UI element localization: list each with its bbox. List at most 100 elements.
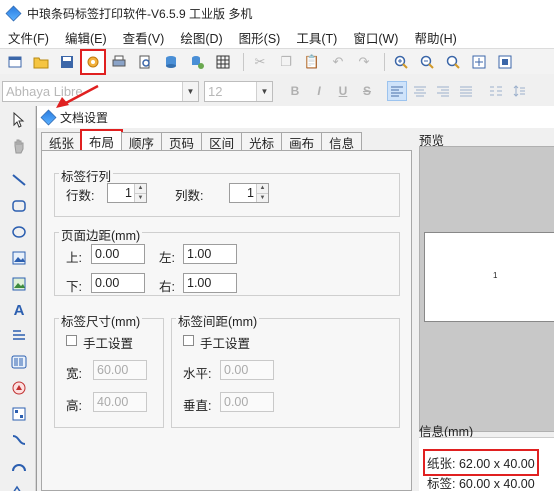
zoom-width-icon[interactable]	[468, 51, 490, 73]
shape-tool-icon[interactable]	[9, 378, 29, 398]
menu-window[interactable]: 窗口(W)	[349, 28, 404, 47]
tab-range[interactable]: 区间	[201, 132, 243, 151]
new-icon[interactable]	[4, 51, 26, 73]
tab-order[interactable]: 顺序	[121, 132, 163, 151]
chevron-down-icon[interactable]: ▼	[182, 81, 198, 101]
margin-top-input[interactable]: 0.00	[91, 244, 145, 264]
line-tool-icon[interactable]	[9, 170, 29, 190]
print-icon[interactable]	[108, 51, 130, 73]
settings-icon[interactable]	[80, 48, 106, 75]
spin-up-icon[interactable]: ▲	[135, 184, 146, 194]
label-height-input[interactable]: 40.00	[93, 392, 147, 412]
tab-page-number[interactable]: 页码	[161, 132, 203, 151]
align-justify-icon[interactable]	[456, 81, 476, 101]
line-spacing-icon[interactable]	[509, 81, 529, 101]
align-left-icon[interactable]	[387, 81, 407, 101]
gap-horizontal-input[interactable]: 0.00	[220, 360, 274, 380]
print-preview-icon[interactable]	[134, 51, 156, 73]
gap-horizontal-label: 水平:	[183, 367, 212, 381]
align-center-icon[interactable]	[410, 81, 430, 101]
save-icon[interactable]	[56, 51, 78, 73]
copy-icon[interactable]: ❐	[275, 51, 297, 73]
margin-bottom-input[interactable]: 0.00	[91, 273, 145, 293]
zoom-page-icon[interactable]	[494, 51, 516, 73]
spacing-icon[interactable]	[486, 81, 506, 101]
label-size-group: 标签尺寸(mm) 手工设置 宽: 60.00 高: 40.00	[54, 311, 164, 428]
multiline-text-tool-icon[interactable]	[9, 326, 29, 346]
menu-edit[interactable]: 编辑(E)	[61, 28, 113, 47]
cols-stepper[interactable]: 1 ▲ ▼	[229, 183, 269, 203]
page-margins-group: 页面边距(mm) 上: 0.00 左: 1.00 下: 0.00 右: 1.00	[54, 225, 400, 296]
tab-canvas[interactable]: 画布	[281, 132, 323, 151]
font-size-value: 12	[208, 83, 223, 99]
qrcode-tool-icon[interactable]	[9, 404, 29, 424]
margin-right-label: 右:	[159, 280, 175, 294]
menu-draw[interactable]: 绘图(D)	[176, 28, 228, 47]
arc-tool-icon[interactable]	[9, 456, 29, 476]
spin-down-icon[interactable]: ▼	[135, 193, 146, 202]
bold-button[interactable]: B	[285, 81, 305, 101]
rows-value: 1	[125, 186, 132, 200]
title-bar: 中琅条码标签打印软件-V6.5.9 工业版 多机	[0, 0, 554, 26]
menu-help[interactable]: 帮助(H)	[410, 28, 462, 47]
barcode-tool-icon[interactable]	[9, 352, 29, 372]
label-gap-manual-checkbox[interactable]	[183, 335, 194, 346]
font-size-select[interactable]: 12 ▼	[204, 80, 273, 102]
picture-tool-icon[interactable]	[9, 274, 29, 294]
margin-left-input[interactable]: 1.00	[183, 244, 237, 264]
dialog-title-bar: 文档设置	[37, 106, 554, 128]
cut-icon[interactable]: ✂	[249, 51, 271, 73]
label-width-input[interactable]: 60.00	[93, 360, 147, 380]
label-size-manual-checkbox[interactable]	[66, 335, 77, 346]
dialog-tabs: 纸张 布局 顺序 页码 区间 光标 画布 信息	[41, 129, 363, 152]
tab-paper[interactable]: 纸张	[41, 132, 83, 151]
text-tool-icon[interactable]: A	[9, 300, 29, 320]
menu-shape[interactable]: 图形(S)	[235, 28, 287, 47]
hand-icon[interactable]	[9, 136, 29, 156]
font-family-select[interactable]: Abhaya Libre ▼	[2, 80, 199, 102]
group-legend: 标签行列	[59, 166, 114, 185]
rows-stepper[interactable]: 1 ▲ ▼	[107, 183, 147, 203]
spin-down-icon[interactable]: ▼	[257, 193, 268, 202]
rows-label: 行数:	[66, 189, 95, 203]
label-size-manual-label: 手工设置	[83, 337, 134, 351]
menu-view[interactable]: 查看(V)	[119, 28, 171, 47]
polyline-tool-icon[interactable]	[9, 479, 29, 491]
database-settings-icon[interactable]	[186, 51, 208, 73]
select-pointer-icon[interactable]	[9, 110, 29, 130]
strike-button[interactable]: S	[357, 81, 377, 101]
ellipse-tool-icon[interactable]	[9, 222, 29, 242]
undo-icon[interactable]: ↶	[327, 51, 349, 73]
grid-icon[interactable]	[212, 51, 234, 73]
image-tool-icon[interactable]	[9, 248, 29, 268]
redo-icon[interactable]: ↷	[353, 51, 375, 73]
tab-layout[interactable]: 布局	[80, 129, 124, 152]
menu-tools[interactable]: 工具(T)	[292, 28, 343, 47]
open-icon[interactable]	[30, 51, 52, 73]
margin-bottom-label: 下:	[66, 280, 82, 294]
zoom-out-icon[interactable]	[416, 51, 438, 73]
tab-info[interactable]: 信息	[321, 132, 363, 151]
italic-button[interactable]: I	[309, 81, 329, 101]
main-toolbar: ✂ ❐ 📋 ↶ ↷	[0, 48, 554, 75]
gap-vertical-label: 垂直:	[183, 399, 212, 413]
spin-up-icon[interactable]: ▲	[257, 184, 268, 194]
curve-tool-icon[interactable]	[9, 430, 29, 450]
menu-file[interactable]: 文件(F)	[4, 28, 55, 47]
gap-vertical-input[interactable]: 0.00	[220, 392, 274, 412]
tab-cursor[interactable]: 光标	[241, 132, 283, 151]
tool-palette: A	[0, 106, 36, 491]
dialog-icon	[40, 109, 57, 125]
label-gap-group: 标签间距(mm) 手工设置 水平: 0.00 垂直: 0.00	[171, 311, 400, 428]
align-right-icon[interactable]	[433, 81, 453, 101]
zoom-in-icon[interactable]	[390, 51, 412, 73]
group-legend: 标签尺寸(mm)	[59, 311, 143, 330]
paste-icon[interactable]: 📋	[301, 51, 323, 73]
underline-button[interactable]: U	[333, 81, 353, 101]
chevron-down-icon[interactable]: ▼	[256, 81, 272, 101]
margin-right-input[interactable]: 1.00	[183, 273, 237, 293]
database-icon[interactable]	[160, 51, 182, 73]
rounded-rect-tool-icon[interactable]	[9, 196, 29, 216]
preview-label: 1	[424, 232, 554, 322]
zoom-fit-icon[interactable]	[442, 51, 464, 73]
